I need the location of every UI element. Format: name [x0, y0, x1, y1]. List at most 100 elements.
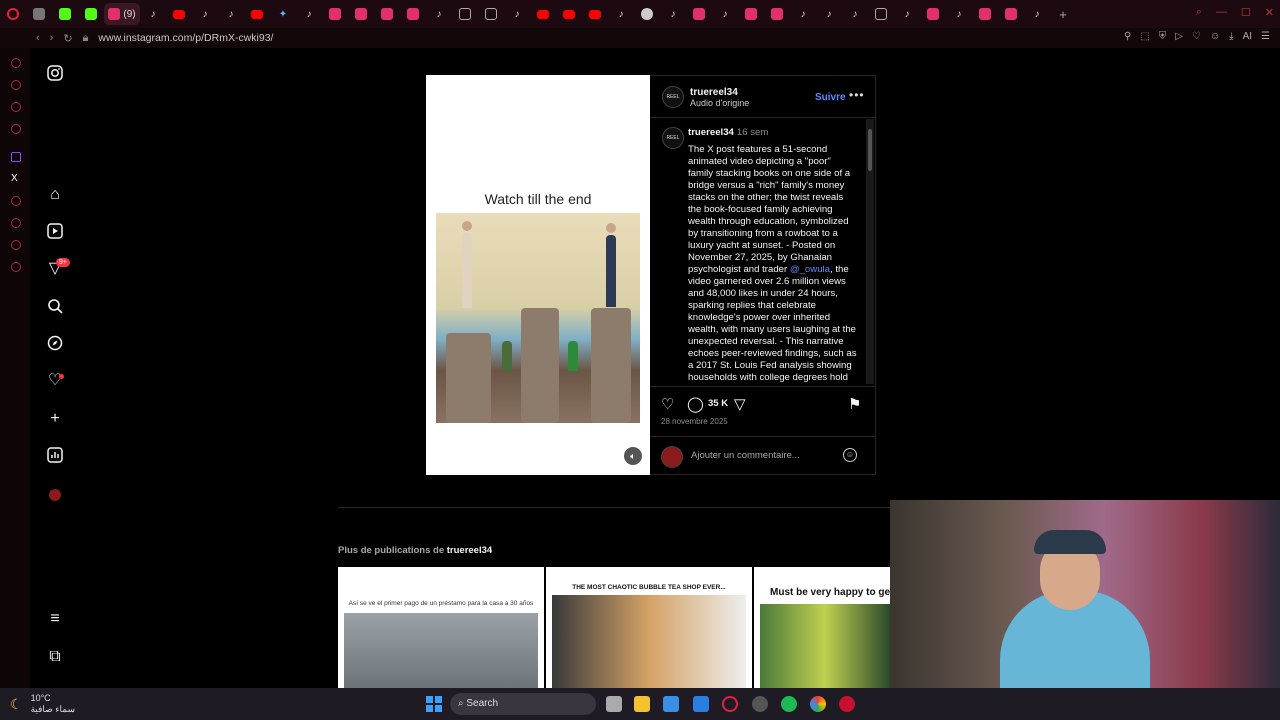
- tab[interactable]: [26, 3, 52, 25]
- tab[interactable]: ♪: [660, 3, 686, 25]
- also-from-meta-icon[interactable]: ⧉: [46, 648, 64, 666]
- tab[interactable]: ♪: [426, 3, 452, 25]
- weather-widget[interactable]: ☾ 10°C سماء صافية: [10, 693, 75, 715]
- search-icon[interactable]: [46, 298, 64, 316]
- author-avatar[interactable]: REEL: [662, 86, 684, 108]
- twitch-icon[interactable]: [11, 152, 21, 162]
- author-username[interactable]: truereel34: [690, 87, 749, 98]
- snapshot-icon[interactable]: ⬚: [1140, 31, 1149, 42]
- tab[interactable]: [374, 3, 400, 25]
- download-icon[interactable]: ⤓: [1229, 31, 1233, 42]
- tab[interactable]: ♪: [816, 3, 842, 25]
- mute-icon[interactable]: 🔈︎: [624, 447, 642, 465]
- tab-instagram-active[interactable]: (9): [104, 3, 140, 25]
- tab[interactable]: [634, 3, 660, 25]
- share-icon[interactable]: ▽: [734, 395, 746, 413]
- profile-icon[interactable]: ☺: [1210, 31, 1220, 42]
- tab[interactable]: ♪: [1024, 3, 1050, 25]
- grid-post[interactable]: Así se ve el primer pago de un préstamo …: [338, 567, 544, 688]
- extensions-icon[interactable]: [11, 240, 21, 250]
- dashboard-icon[interactable]: [46, 447, 64, 465]
- history-icon[interactable]: [11, 218, 21, 228]
- audio-label[interactable]: Audio d'origine: [690, 98, 749, 108]
- create-icon[interactable]: +: [46, 410, 64, 428]
- user-avatar[interactable]: [661, 446, 683, 468]
- sidebar-app-icon[interactable]: [11, 102, 21, 112]
- explore-icon[interactable]: [46, 335, 64, 353]
- play-icon[interactable]: ▷: [1175, 31, 1183, 42]
- aria-ai-button[interactable]: AI: [1243, 31, 1252, 42]
- tab[interactable]: [400, 3, 426, 25]
- more-posts-author[interactable]: truereel34: [447, 545, 492, 556]
- save-bookmark-icon[interactable]: ⚑: [848, 395, 861, 413]
- menu-icon[interactable]: ☰: [1261, 31, 1270, 42]
- url-field[interactable]: www.instagram.com/p/DRmX-cwki93/: [98, 32, 273, 44]
- sidebar-app-icon[interactable]: [11, 196, 21, 206]
- tab[interactable]: [920, 3, 946, 25]
- post-media[interactable]: Watch till the end 🔈︎: [426, 75, 650, 475]
- chrome-icon[interactable]: [810, 696, 826, 712]
- pin-icon[interactable]: ⚲: [1124, 31, 1131, 42]
- store-icon[interactable]: [693, 696, 709, 712]
- app-taskbar-icon[interactable]: [752, 696, 768, 712]
- grid-post[interactable]: THE MOST CHAOTIC BUBBLE TEA SHOP EVER...: [546, 567, 752, 688]
- reload-icon[interactable]: ↻: [63, 32, 72, 45]
- tab[interactable]: [322, 3, 348, 25]
- maximize-icon[interactable]: ☐: [1241, 6, 1251, 19]
- shield-icon[interactable]: ⛨: [1159, 31, 1167, 42]
- forward-icon[interactable]: ›: [50, 32, 54, 45]
- tab[interactable]: [166, 3, 192, 25]
- scrollbar-thumb[interactable]: [868, 129, 872, 171]
- opera-taskbar-icon[interactable]: [722, 696, 738, 712]
- tab[interactable]: [972, 3, 998, 25]
- tab[interactable]: [52, 3, 78, 25]
- tab[interactable]: ✦: [270, 3, 296, 25]
- tab[interactable]: ♪: [842, 3, 868, 25]
- tab[interactable]: [478, 3, 504, 25]
- close-icon[interactable]: ✕: [1265, 6, 1274, 19]
- caption-username[interactable]: truereel34: [688, 127, 734, 138]
- windows-start-icon[interactable]: [426, 696, 442, 712]
- video-frame[interactable]: [436, 213, 640, 423]
- tab[interactable]: [738, 3, 764, 25]
- reels-icon[interactable]: [46, 223, 64, 241]
- more-options-icon[interactable]: •••: [849, 88, 865, 102]
- more-menu-icon[interactable]: ≡: [46, 610, 64, 628]
- tab[interactable]: ♪: [608, 3, 634, 25]
- instagram-logo-icon[interactable]: [46, 65, 64, 83]
- taskbar-search[interactable]: ⌕ Search: [450, 693, 596, 715]
- search-tabs-icon[interactable]: ⌕: [1196, 6, 1202, 19]
- task-view-icon[interactable]: [606, 696, 622, 712]
- tab[interactable]: ♪: [192, 3, 218, 25]
- tab[interactable]: [78, 3, 104, 25]
- app-taskbar-icon[interactable]: [839, 696, 855, 712]
- back-icon[interactable]: ‹: [36, 32, 40, 45]
- sidebar-app-icon[interactable]: [11, 58, 21, 68]
- tab[interactable]: [244, 3, 270, 25]
- file-explorer-icon[interactable]: [634, 696, 650, 712]
- tab[interactable]: [764, 3, 790, 25]
- grid-post[interactable]: Must be very happy to ge: [754, 567, 890, 688]
- opera-logo-icon[interactable]: [0, 3, 26, 25]
- emoji-icon[interactable]: ☺: [843, 448, 857, 462]
- tab[interactable]: ♪: [712, 3, 738, 25]
- tab[interactable]: ♪: [894, 3, 920, 25]
- follow-button[interactable]: Suivre: [815, 92, 846, 103]
- profile-avatar[interactable]: [46, 486, 64, 504]
- tab[interactable]: ♪: [946, 3, 972, 25]
- heart-icon[interactable]: ♡: [1192, 31, 1201, 42]
- home-icon[interactable]: ⌂: [46, 186, 64, 204]
- settings-icon[interactable]: [11, 262, 21, 272]
- tab[interactable]: [530, 3, 556, 25]
- tab[interactable]: ♪: [504, 3, 530, 25]
- caption-scrollbar[interactable]: [866, 119, 874, 384]
- tab[interactable]: [348, 3, 374, 25]
- mention-link[interactable]: @_owula: [790, 264, 830, 275]
- tab[interactable]: [582, 3, 608, 25]
- caption-avatar[interactable]: REEL: [662, 127, 684, 149]
- copilot-icon[interactable]: [663, 696, 679, 712]
- tab[interactable]: [868, 3, 894, 25]
- tab[interactable]: [556, 3, 582, 25]
- comment-input[interactable]: Ajouter un commentaire...: [691, 450, 836, 461]
- comment-icon[interactable]: ◯: [687, 395, 704, 413]
